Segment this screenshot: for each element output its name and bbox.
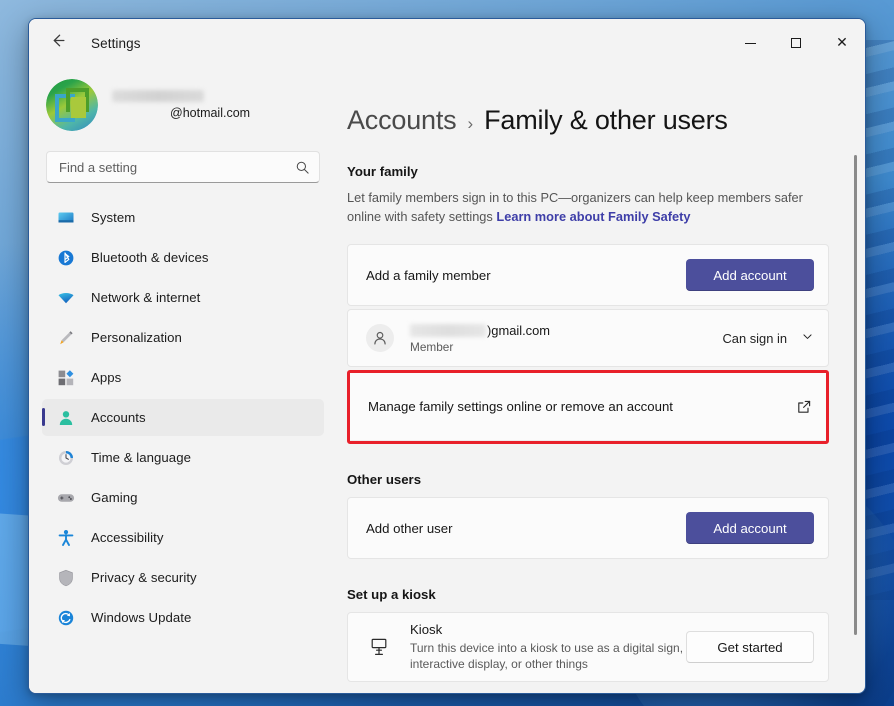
- monitor-icon: [56, 208, 76, 228]
- sidebar-item-network-internet[interactable]: Network & internet: [42, 279, 324, 316]
- clock-icon: [56, 448, 76, 468]
- kiosk-title: Kiosk: [410, 621, 443, 637]
- scrollbar-thumb[interactable]: [853, 155, 857, 635]
- back-arrow-icon: [49, 32, 66, 54]
- external-link-icon: [796, 399, 812, 415]
- add-family-member-label: Add a family member: [366, 267, 491, 283]
- avatar: [46, 79, 98, 131]
- sidebar: @hotmail.com Find a setting System Bluet…: [29, 67, 335, 693]
- settings-window: Settings ✕ @hotmail.com Find a setting S…: [28, 18, 866, 694]
- sidebar-item-label: System: [91, 210, 136, 225]
- sidebar-nav: System Bluetooth & devices Network & int…: [40, 199, 324, 636]
- search-input[interactable]: [59, 159, 295, 175]
- member-status-label: Can sign in: [722, 330, 788, 346]
- learn-more-family-safety-link[interactable]: Learn more about Family Safety: [496, 209, 690, 224]
- app-title: Settings: [91, 35, 141, 51]
- sidebar-item-label: Accounts: [91, 410, 146, 425]
- manage-family-online-highlight: Manage family settings online or remove …: [347, 370, 829, 445]
- member-texts: )gmail.com Member: [410, 323, 550, 354]
- maximize-button[interactable]: [773, 19, 819, 67]
- sidebar-item-label: Windows Update: [91, 610, 192, 625]
- account-block[interactable]: @hotmail.com: [40, 67, 324, 145]
- window-body: @hotmail.com Find a setting System Bluet…: [29, 67, 865, 693]
- add-other-user-card: Add other user Add account: [347, 497, 829, 560]
- sidebar-item-accessibility[interactable]: Accessibility: [42, 519, 324, 556]
- member-role: Member: [410, 339, 454, 354]
- sidebar-item-accounts[interactable]: Accounts: [42, 399, 324, 436]
- member-email-suffix: )gmail.com: [487, 322, 551, 338]
- manage-family-online-row[interactable]: Manage family settings online or remove …: [350, 373, 826, 442]
- main-content: Accounts › Family & other users Your fam…: [335, 67, 865, 693]
- person-avatar-icon: [366, 324, 394, 353]
- family-member-row[interactable]: )gmail.com Member Can sign in: [347, 309, 829, 368]
- sidebar-item-bluetooth-devices[interactable]: Bluetooth & devices: [42, 239, 324, 276]
- bluetooth-icon: [56, 248, 76, 268]
- minimize-button[interactable]: [727, 19, 773, 67]
- update-icon: [56, 608, 76, 628]
- sidebar-item-gaming[interactable]: Gaming: [42, 479, 324, 516]
- kiosk-icon: [366, 634, 392, 660]
- chevron-right-icon: ›: [467, 114, 474, 133]
- kiosk-description: Turn this device into a kiosk to use as …: [410, 640, 684, 672]
- maximize-icon: [791, 38, 801, 48]
- sidebar-item-privacy-security[interactable]: Privacy & security: [42, 559, 324, 596]
- sidebar-item-windows-update[interactable]: Windows Update: [42, 599, 324, 636]
- account-email: @hotmail.com: [170, 106, 251, 120]
- apps-grid-icon: [56, 368, 76, 388]
- search-icon: [295, 160, 310, 175]
- accessibility-icon: [56, 528, 76, 548]
- person-icon: [56, 408, 76, 428]
- sidebar-item-label: Apps: [91, 370, 122, 385]
- sidebar-item-label: Gaming: [91, 490, 138, 505]
- your-family-heading: Your family: [347, 164, 418, 179]
- add-family-member-card: Add a family member Add account: [347, 244, 829, 307]
- gamepad-icon: [56, 488, 76, 508]
- vertical-scrollbar[interactable]: [849, 113, 861, 685]
- manage-family-online-label: Manage family settings online or remove …: [368, 399, 673, 415]
- chevron-down-icon: [801, 330, 814, 346]
- member-email-redacted: [410, 323, 486, 337]
- sidebar-item-system[interactable]: System: [42, 199, 324, 236]
- kiosk-card: Kiosk Turn this device into a kiosk to u…: [347, 612, 829, 683]
- paintbrush-icon: [56, 328, 76, 348]
- sidebar-item-label: Time & language: [91, 450, 191, 465]
- account-name-redacted: [112, 90, 204, 102]
- your-family-description: Let family members sign in to this PC—or…: [347, 189, 829, 226]
- breadcrumb-parent[interactable]: Accounts: [347, 105, 457, 136]
- page-title: Family & other users: [484, 105, 728, 135]
- member-email: )gmail.com: [410, 323, 550, 338]
- sidebar-item-label: Personalization: [91, 330, 182, 345]
- sidebar-item-personalization[interactable]: Personalization: [42, 319, 324, 356]
- avatar-logo-icon: [55, 88, 89, 122]
- search-box[interactable]: [46, 151, 320, 183]
- title-bar: Settings ✕: [29, 19, 865, 67]
- kiosk-get-started-button[interactable]: Get started: [686, 631, 814, 664]
- close-icon: ✕: [836, 35, 848, 51]
- sidebar-item-label: Bluetooth & devices: [91, 250, 209, 265]
- kiosk-texts: Kiosk Turn this device into a kiosk to u…: [410, 622, 686, 672]
- add-other-user-button[interactable]: Add account: [686, 512, 814, 545]
- add-other-user-label: Add other user: [366, 520, 453, 536]
- wifi-icon: [56, 288, 76, 308]
- desktop-background: Settings ✕ @hotmail.com Find a setting S…: [0, 0, 894, 706]
- breadcrumb: Accounts › Family & other users: [347, 105, 829, 136]
- sidebar-item-label: Accessibility: [91, 530, 164, 545]
- sidebar-item-label: Network & internet: [91, 290, 201, 305]
- shield-icon: [56, 568, 76, 588]
- window-controls: ✕: [727, 19, 865, 67]
- sidebar-item-label: Privacy & security: [91, 570, 197, 585]
- add-family-account-button[interactable]: Add account: [686, 259, 814, 292]
- sidebar-item-time-language[interactable]: Time & language: [42, 439, 324, 476]
- minimize-icon: [744, 42, 756, 44]
- sidebar-item-apps[interactable]: Apps: [42, 359, 324, 396]
- member-status-dropdown[interactable]: Can sign in: [723, 330, 815, 346]
- back-button[interactable]: [40, 26, 74, 60]
- account-names: @hotmail.com: [112, 90, 324, 120]
- other-users-heading: Other users: [347, 472, 422, 488]
- main-pane: Accounts › Family & other users Your fam…: [335, 67, 865, 693]
- kiosk-heading: Set up a kiosk: [347, 587, 436, 603]
- close-button[interactable]: ✕: [819, 19, 865, 67]
